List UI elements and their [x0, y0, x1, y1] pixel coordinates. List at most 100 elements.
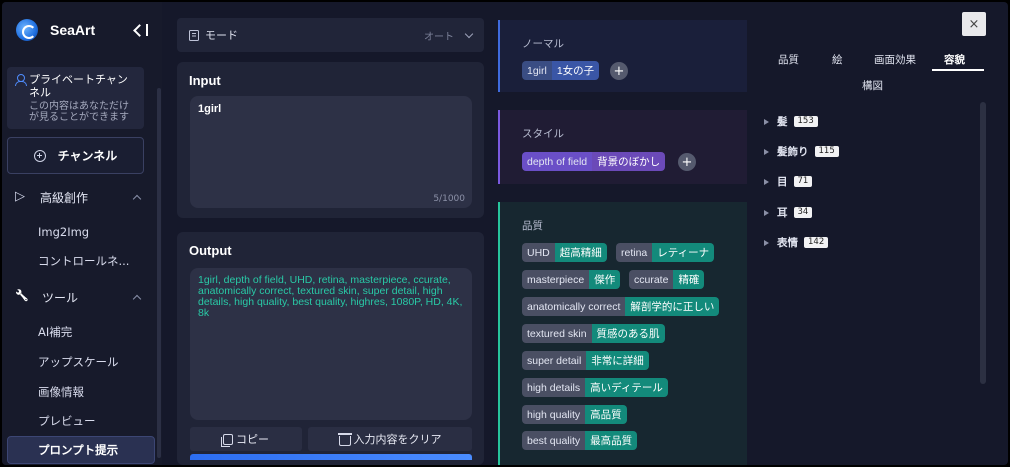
tag-ja: 非常に詳細 [586, 351, 649, 370]
mode-label: モード [205, 29, 238, 42]
wrench-icon [16, 291, 28, 303]
tag-group-normal: ノーマル 1girl 1女の子 + [498, 20, 747, 92]
nav-section-advanced[interactable]: 高級創作 [2, 182, 152, 212]
tag-ja: 1女の子 [551, 61, 600, 80]
seaart-logo-icon [16, 19, 38, 41]
output-title: Output [189, 243, 232, 258]
add-tag-button[interactable]: + [678, 153, 696, 171]
private-channel-card[interactable]: プライベートチャンネル この内容はあなただけが見ることができます [7, 67, 144, 129]
sidebar-item-preview[interactable]: プレビュー [2, 407, 152, 435]
tag-group-title: ノーマル [522, 38, 564, 50]
add-tag-button[interactable]: + [610, 62, 628, 80]
input-text: 1girl [198, 103, 222, 115]
tag-chip[interactable]: masterpiece 傑作 [522, 270, 621, 289]
channel-button-label: チャンネル [57, 149, 118, 163]
tree-item-label: 表情 [777, 237, 798, 249]
copy-button[interactable]: コピー [190, 427, 302, 451]
input-title: Input [189, 73, 221, 88]
tag-chip[interactable]: high quality 高品質 [522, 405, 627, 424]
sidebar-item-ai-complete[interactable]: AI補完 [2, 318, 152, 346]
tab-appearance[interactable]: 容貌 [944, 52, 965, 67]
sidebar-item-upscale[interactable]: アップスケール [2, 348, 152, 376]
tree-item-expression[interactable]: 表情 142 [764, 235, 829, 250]
tag-chip[interactable]: textured skin 質感のある肌 [522, 324, 665, 343]
tag-ja: 最高品質 [585, 431, 638, 450]
channel-button[interactable]: チャンネル [7, 137, 144, 174]
tag-chip[interactable]: UHD 超高精細 [522, 243, 607, 262]
tag-group-title: スタイル [522, 128, 564, 140]
plus-circle-icon [33, 149, 46, 162]
play-icon [15, 189, 26, 204]
caret-right-icon [764, 178, 769, 185]
tag-en: depth of field [522, 152, 593, 171]
tag-en: anatomically correct [522, 297, 626, 316]
tag-chip[interactable]: depth of field 背景のぼかし [522, 152, 666, 171]
sidebar-item-label: プロンプト提示 [38, 443, 119, 457]
tag-group-title: 品質 [522, 220, 543, 232]
tag-en: 1girl [522, 61, 552, 80]
tab-composition[interactable]: 構図 [862, 78, 883, 93]
tag-en: UHD [522, 243, 555, 262]
tag-chip[interactable]: retina レティーナ [616, 243, 715, 262]
tag-chip[interactable]: 1girl 1女の子 [522, 61, 600, 80]
basket-icon [337, 432, 352, 446]
logo-row: SeaArt [16, 16, 148, 44]
tree-item-label: 目 [777, 176, 788, 188]
document-icon [189, 29, 199, 41]
sidebar-item-image-info[interactable]: 画像情報 [2, 378, 152, 406]
sidebar-item-prompt-suggest[interactable]: プロンプト提示 [7, 436, 155, 464]
tree-item-hair[interactable]: 髪 153 [764, 114, 818, 129]
app-window: SeaArt プライベートチャンネル この内容はあなただけが見ることができます … [2, 2, 1008, 465]
tag-en: masterpiece [522, 270, 590, 289]
nav-section-tools[interactable]: ツール [2, 282, 152, 312]
tag-ja: レティーナ [652, 243, 715, 262]
copy-icon [221, 433, 233, 447]
output-textarea[interactable]: 1girl, depth of field, UHD, retina, mast… [190, 268, 472, 420]
sidebar-item-label: AI補完 [38, 325, 73, 339]
tag-en: high details [522, 378, 586, 397]
user-icon [15, 74, 27, 86]
output-panel: Output 1girl, depth of field, UHD, retin… [177, 232, 484, 465]
tab-screen-effect[interactable]: 画面効果 [874, 52, 916, 67]
caret-right-icon [764, 118, 769, 125]
count-badge: 71 [793, 176, 813, 187]
tag-chip[interactable]: ccurate 精確 [629, 270, 705, 289]
sidebar-scrollbar[interactable] [157, 88, 161, 458]
sidebar-item-img2img[interactable]: Img2Img [2, 218, 152, 246]
input-textarea[interactable]: 1girl 5/1000 [190, 96, 472, 208]
sidebar: SeaArt プライベートチャンネル この内容はあなただけが見ることができます … [2, 2, 162, 465]
tag-chip[interactable]: best quality 最高品質 [522, 431, 638, 450]
tag-chip[interactable]: super detail 非常に詳細 [522, 351, 649, 370]
sidebar-item-controlnet[interactable]: コントロールネ... [2, 247, 152, 275]
nav-section-label: 高級創作 [40, 190, 89, 205]
generate-button[interactable] [190, 454, 472, 460]
tag-en: ccurate [629, 270, 674, 289]
mode-select[interactable]: モード オート [177, 18, 484, 52]
tag-group-quality: 品質 UHD 超高精細 retina レティーナ masterpiece 傑作 … [498, 202, 747, 465]
tree-item-hair-accessory[interactable]: 髪飾り 115 [764, 144, 839, 159]
tab-quality[interactable]: 品質 [778, 52, 799, 67]
mode-value: オート [424, 28, 474, 43]
collapse-sidebar-icon[interactable] [134, 24, 148, 36]
tag-ja: 高いディテール [585, 378, 668, 397]
tag-ja: 背景のぼかし [592, 152, 666, 171]
tag-chip[interactable]: high details 高いディテール [522, 378, 668, 397]
tag-en: best quality [522, 431, 586, 450]
nav-section-label: ツール [42, 290, 79, 305]
caret-right-icon [764, 148, 769, 155]
right-panel-scrollbar[interactable] [980, 102, 986, 384]
tag-chip[interactable]: anatomically correct 解剖学的に正しい [522, 297, 720, 316]
tab-picture[interactable]: 絵 [832, 52, 843, 67]
tree-item-eyes[interactable]: 目 71 [764, 174, 813, 189]
close-button[interactable]: × [962, 12, 986, 36]
count-badge: 142 [804, 237, 829, 248]
clear-input-button[interactable]: 入力内容をクリア [308, 427, 472, 451]
tag-en: super detail [522, 351, 587, 370]
private-channel-title-row: プライベートチャンネル [15, 73, 138, 99]
char-counter: 5/1000 [433, 194, 465, 204]
tree-item-label: 耳 [777, 207, 788, 219]
tree-item-ears[interactable]: 耳 34 [764, 205, 813, 220]
chevron-down-icon [464, 29, 474, 38]
tag-en: high quality [522, 405, 586, 424]
sidebar-item-label: 画像情報 [38, 385, 84, 399]
